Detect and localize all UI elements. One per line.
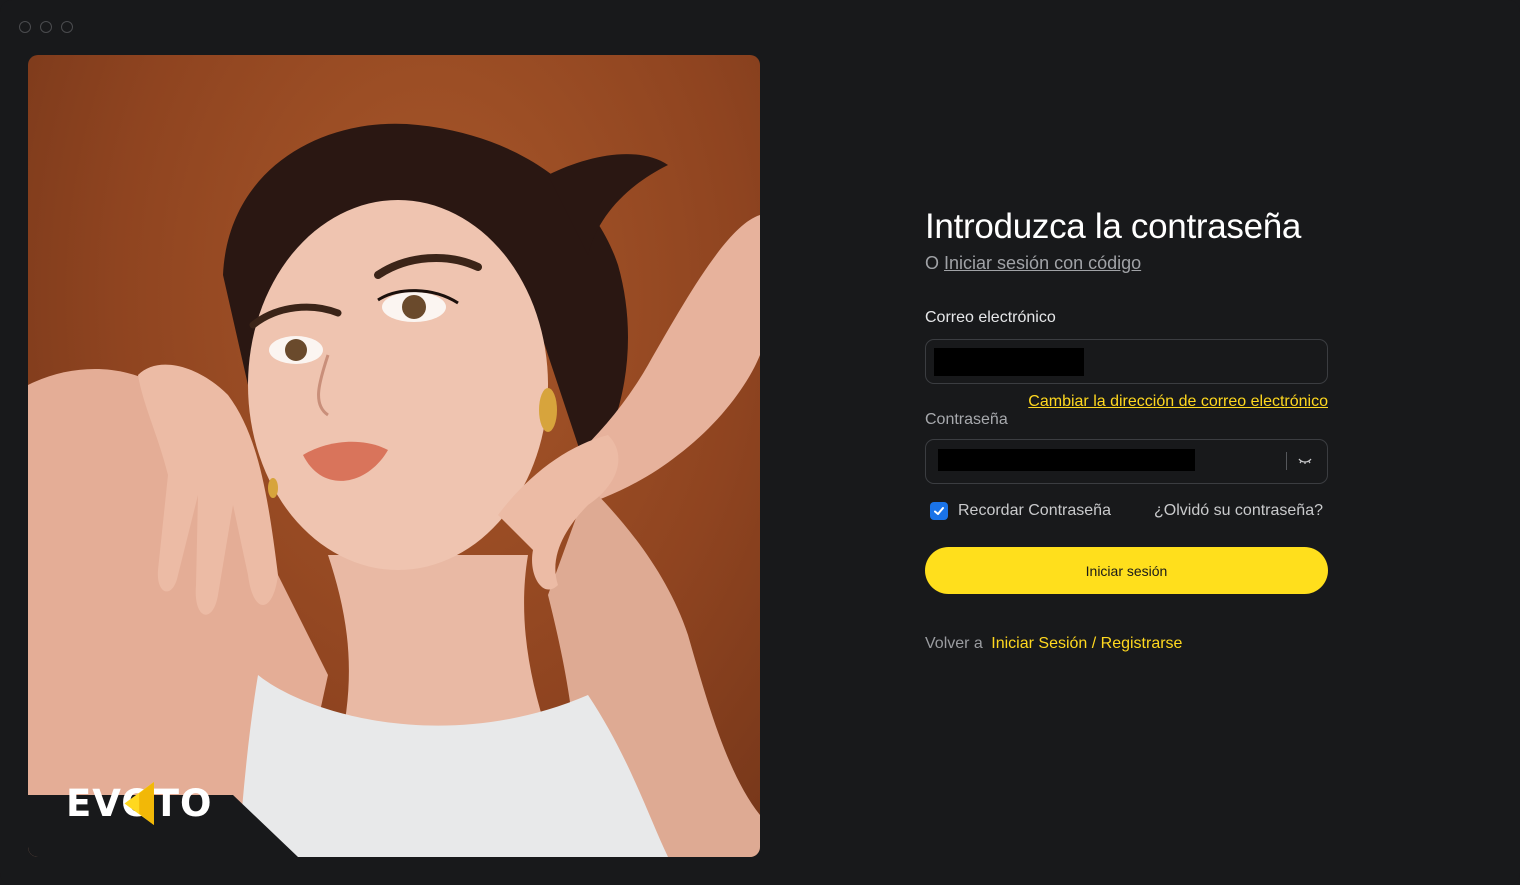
email-value-redacted	[934, 348, 1084, 376]
window-controls	[19, 21, 73, 33]
login-register-link[interactable]: Iniciar Sesión / Registrarse	[991, 635, 1182, 652]
field-divider	[1286, 452, 1287, 470]
hero-image: EVOTO	[28, 55, 760, 857]
check-icon	[934, 507, 944, 515]
back-to-login: Volver a Iniciar Sesión / Registrarse	[925, 635, 1182, 653]
maximize-window-button[interactable]	[61, 21, 73, 33]
portrait-illustration	[28, 123, 760, 857]
eye-closed-icon[interactable]	[1298, 454, 1312, 468]
email-field[interactable]	[925, 339, 1328, 384]
minimize-window-button[interactable]	[40, 21, 52, 33]
subtitle-prefix: O	[925, 253, 940, 273]
login-with-code-link[interactable]: Iniciar sesión con código	[944, 253, 1141, 273]
close-window-button[interactable]	[19, 21, 31, 33]
subtitle: O Iniciar sesión con código	[925, 253, 1328, 274]
login-form: Introduzca la contraseña O Iniciar sesió…	[925, 205, 1328, 652]
remember-password[interactable]: Recordar Contraseña	[930, 502, 1111, 520]
brand-logo: EVOTO	[66, 782, 212, 825]
page-title: Introduzca la contraseña	[925, 207, 1302, 246]
password-field[interactable]	[925, 439, 1328, 484]
app-window: EVOTO Introduzca la contraseña O Iniciar…	[0, 0, 1520, 885]
password-label: Contraseña	[925, 411, 1008, 428]
email-label: Correo electrónico	[925, 309, 1056, 326]
evoto-logo-icon	[124, 782, 154, 825]
forgot-password-link[interactable]: ¿Olvidó su contraseña?	[1154, 502, 1323, 520]
back-prefix: Volver a	[925, 635, 983, 652]
remember-checkbox[interactable]	[930, 502, 948, 520]
change-email-link[interactable]: Cambiar la dirección de correo electróni…	[1028, 393, 1328, 411]
login-button[interactable]: Iniciar sesión	[925, 547, 1328, 594]
remember-label: Recordar Contraseña	[958, 502, 1111, 519]
password-value-redacted	[938, 449, 1195, 471]
